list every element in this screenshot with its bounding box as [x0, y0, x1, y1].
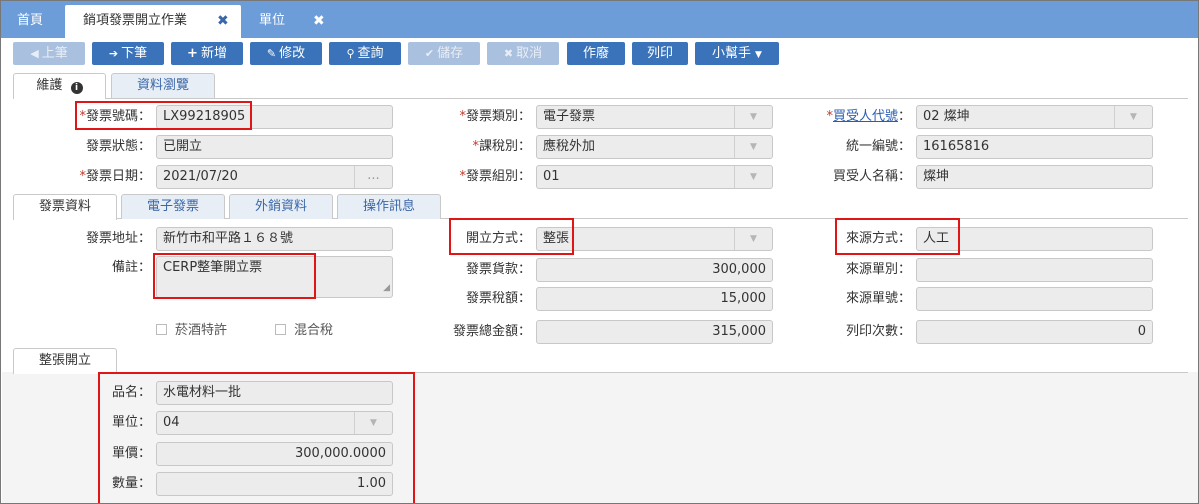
tax-type-label: *課稅別： [472, 139, 531, 154]
price-field[interactable]: 300,000.0000 [156, 442, 393, 466]
tab-sales-invoice-label: 銷項發票開立作業 [83, 13, 188, 28]
total-amount-field[interactable]: 315,000 [536, 320, 773, 344]
goods-amount-label: 發票貨款： [465, 262, 531, 277]
chevron-down-icon: ▼ [734, 228, 772, 250]
tab-unit-label: 單位 [259, 13, 286, 28]
tab-unit[interactable]: 單位 ✖ [245, 5, 339, 38]
invoice-status-label: 發票狀態： [85, 139, 151, 154]
edit-button[interactable]: ✎ 修改 [250, 42, 322, 65]
invoice-group-select[interactable]: 01 ▼ [536, 165, 773, 189]
info-icon: i [70, 82, 83, 94]
print-count-label: 列印次數： [845, 324, 911, 339]
plus-icon: + [187, 46, 198, 61]
resize-handle-icon[interactable]: ◢ [383, 279, 390, 297]
top-tab-bar: 首頁 銷項發票開立作業 ✖ 單位 ✖ [1, 1, 1198, 38]
next-button[interactable]: ➔ 下筆 [92, 42, 164, 65]
buyer-code-label: *買受人代號： [826, 109, 911, 124]
search-icon: ⚲ [346, 47, 355, 60]
cancel-button[interactable]: ✖ 取消 [487, 42, 559, 65]
save-button[interactable]: ✔ 儲存 [408, 42, 480, 65]
tab-sales-invoice[interactable]: 銷項發票開立作業 ✖ [65, 5, 241, 38]
tab-e-invoice[interactable]: 電子發票 [121, 194, 225, 219]
divider [13, 372, 1188, 373]
tax-amount-label: 發票稅額： [465, 291, 531, 306]
source-type-field[interactable] [916, 258, 1153, 282]
arrow-left-icon: ◀ [30, 47, 39, 60]
invoice-group-label: *發票組別： [459, 169, 531, 184]
total-amount-label: 發票總金額： [452, 324, 531, 339]
mixed-tax-checkbox[interactable]: 混合稅 [275, 322, 333, 340]
invoice-no-label: *發票號碼： [79, 109, 151, 124]
caret-down-icon: ▼ [755, 50, 762, 60]
source-no-label: 來源單號： [845, 291, 911, 306]
price-label: 單價： [111, 446, 151, 461]
address-field[interactable]: 新竹市和平路１６８號 [156, 227, 393, 251]
source-method-label: 來源方式： [845, 231, 911, 246]
tab-invoice-data[interactable]: 發票資料 [13, 194, 117, 220]
invoice-type-select[interactable]: 電子發票 ▼ [536, 105, 773, 129]
date-picker-button[interactable]: ... [354, 166, 392, 188]
tab-browse[interactable]: 資料瀏覽 [111, 73, 215, 98]
check-icon: ✔ [424, 47, 435, 60]
tax-type-select[interactable]: 應稅外加 ▼ [536, 135, 773, 159]
pencil-icon: ✎ [266, 47, 277, 60]
tab-export-data[interactable]: 外銷資料 [229, 194, 333, 219]
invoice-date-field[interactable]: 2021/07/20... [156, 165, 393, 189]
tab-whole-invoice[interactable]: 整張開立 [13, 348, 117, 374]
close-icon[interactable]: ✖ [217, 6, 229, 37]
unit-select[interactable]: 04 ▼ [156, 411, 393, 435]
source-no-field[interactable] [916, 287, 1153, 311]
invoice-no-field[interactable]: LX99218905 [156, 105, 393, 129]
void-button[interactable]: 作廢 [567, 42, 625, 65]
checkbox-icon [156, 324, 167, 335]
add-button[interactable]: + 新增 [171, 42, 243, 65]
source-method-field[interactable]: 人工 [916, 227, 1153, 251]
source-type-label: 來源單別： [845, 262, 911, 277]
query-button[interactable]: ⚲ 查詢 [329, 42, 401, 65]
chevron-down-icon: ▼ [734, 166, 772, 188]
tax-amount-field[interactable]: 15,000 [536, 287, 773, 311]
issue-method-select[interactable]: 整張 ▼ [536, 227, 773, 251]
tab-home-label: 首頁 [17, 13, 44, 28]
tab-home[interactable]: 首頁 [3, 5, 63, 38]
tobacco-checkbox[interactable]: 菸酒特許 [156, 322, 227, 340]
buyer-name-label: 買受人名稱： [832, 169, 911, 184]
close-icon: ✖ [503, 47, 514, 60]
print-count-field[interactable]: 0 [916, 320, 1153, 344]
chevron-down-icon: ▼ [354, 412, 392, 434]
unit-label: 單位： [111, 415, 151, 430]
chevron-down-icon: ▼ [1114, 106, 1152, 128]
tax-id-field[interactable]: 16165816 [916, 135, 1153, 159]
qty-label: 數量： [111, 476, 151, 491]
item-name-label: 品名： [111, 385, 151, 400]
invoice-type-label: *發票類別： [459, 109, 531, 124]
app-window: 首頁 銷項發票開立作業 ✖ 單位 ✖ ◀ 上筆 ➔ 下筆 + 新增 ✎ 修改 ⚲ 查詢 ✔… [0, 0, 1199, 504]
tax-id-label: 統一編號： [845, 139, 911, 154]
prev-button[interactable]: ◀ 上筆 [13, 42, 85, 65]
chevron-down-icon: ▼ [734, 136, 772, 158]
chevron-down-icon: ▼ [734, 106, 772, 128]
invoice-status-field[interactable]: 已開立 [156, 135, 393, 159]
tab-op-log[interactable]: 操作訊息 [337, 194, 441, 219]
helper-button[interactable]: 小幫手 ▼ [695, 42, 779, 65]
issue-method-label: 開立方式： [465, 231, 531, 246]
item-name-field[interactable]: 水電材料一批 [156, 381, 393, 405]
goods-amount-field[interactable]: 300,000 [536, 258, 773, 282]
close-icon[interactable]: ✖ [313, 6, 325, 37]
note-label: 備註： [111, 260, 151, 275]
buyer-code-select[interactable]: 02 燦坤 ▼ [916, 105, 1153, 129]
arrow-right-icon: ➔ [108, 47, 119, 60]
buyer-code-link[interactable]: 買受人代號 [833, 109, 898, 124]
tab-maintain[interactable]: 維護 i [13, 73, 106, 99]
checkbox-icon [275, 324, 286, 335]
divider [13, 98, 1188, 99]
note-textarea[interactable]: CERP整筆開立票 ◢ [156, 256, 393, 298]
buyer-name-field[interactable]: 燦坤 [916, 165, 1153, 189]
invoice-date-label: *發票日期： [79, 169, 151, 184]
qty-field[interactable]: 1.00 [156, 472, 393, 496]
address-label: 發票地址： [85, 231, 151, 246]
print-button[interactable]: 列印 [632, 42, 688, 65]
